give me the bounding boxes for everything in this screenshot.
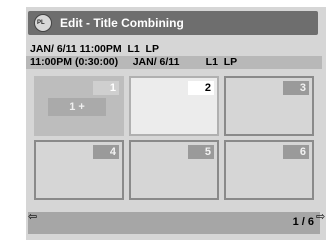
title-thumbnail-3[interactable]: 3	[224, 76, 314, 136]
title-number: 4	[93, 145, 119, 159]
arrow-left-icon[interactable]: ⇦	[28, 210, 37, 223]
disc-label: PL	[37, 20, 45, 26]
first-title-marker: 1 +	[48, 98, 106, 116]
page-title: Edit - Title Combining	[60, 16, 184, 30]
title-grid: 1 1 + 2 3 4 5 6	[34, 76, 322, 204]
title-number: 1	[93, 81, 119, 95]
playlist-disc-icon: PL	[34, 14, 52, 32]
title-thumbnail-2[interactable]: 2	[129, 76, 219, 136]
title-number: 5	[188, 145, 214, 159]
title-thumbnail-6[interactable]: 6	[224, 140, 314, 200]
arrow-right-icon[interactable]: ⇨	[316, 210, 325, 223]
title-number: 6	[283, 145, 309, 159]
title-thumbnail-4[interactable]: 4	[34, 140, 124, 200]
title-number: 3	[283, 81, 309, 95]
page-indicator: 1 / 6	[292, 216, 314, 228]
footer-bar: 1 / 6	[28, 212, 320, 234]
info-line-1: JAN/ 6/11 11:00PM L1 LP	[30, 43, 159, 55]
osd-screen: PL Edit - Title Combining JAN/ 6/11 11:0…	[26, 7, 326, 240]
title-thumbnail-5[interactable]: 5	[129, 140, 219, 200]
info-line-2: 11:00PM (0:30:00) JAN/ 6/11 L1 LP	[26, 56, 322, 69]
title-bar: PL Edit - Title Combining	[28, 11, 318, 35]
title-number: 2	[188, 81, 214, 95]
title-thumbnail-1[interactable]: 1 1 +	[34, 76, 124, 136]
